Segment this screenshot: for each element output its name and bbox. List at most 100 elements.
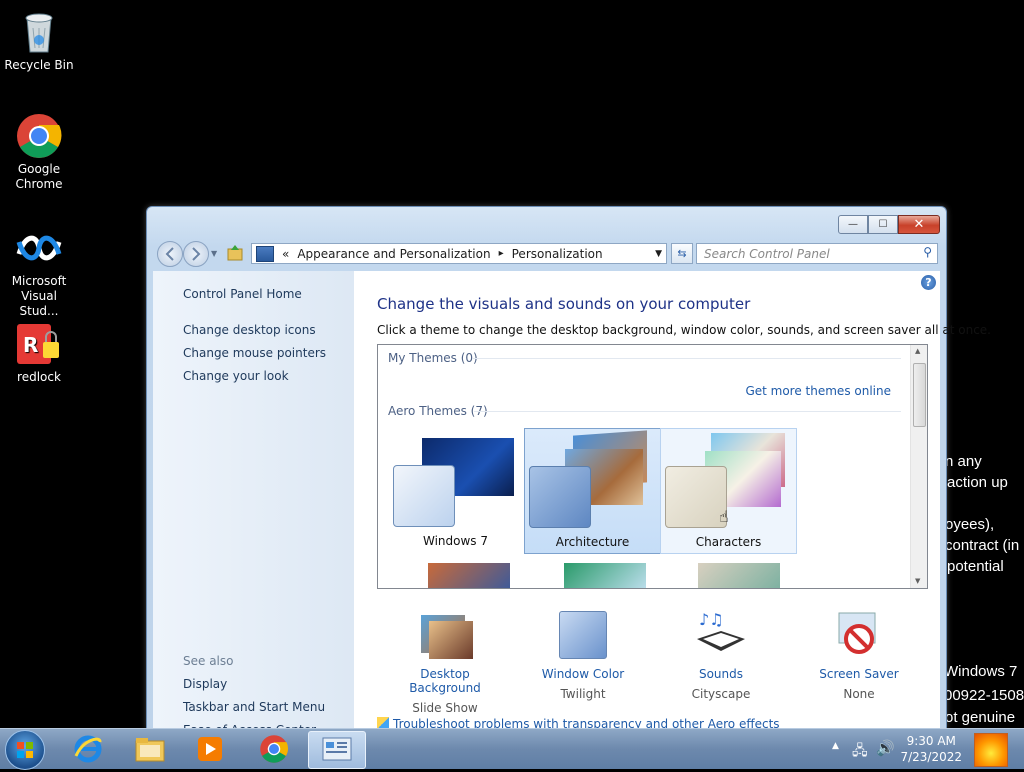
sidebar-item-change-your-look[interactable]: Change your look xyxy=(183,369,289,383)
theme-windows-7[interactable]: Windows 7 xyxy=(388,428,523,552)
control-panel-icon xyxy=(256,245,274,262)
taskbar-media-player[interactable] xyxy=(182,731,238,767)
forward-button[interactable] xyxy=(183,241,209,267)
taskbar-internet-explorer[interactable] xyxy=(60,731,116,767)
minimize-button[interactable]: — xyxy=(838,215,868,234)
back-button[interactable] xyxy=(157,241,183,267)
recent-pages-dropdown-icon[interactable]: ▼ xyxy=(211,249,217,258)
theme-preview-partial xyxy=(698,563,780,588)
setting-title[interactable]: Desktop Background xyxy=(385,667,505,695)
theme-preview-partial xyxy=(564,563,646,588)
background-text: n any xyxy=(945,453,982,470)
control-panel-icon xyxy=(322,737,352,761)
main-content: ? Change the visuals and sounds on your … xyxy=(354,271,991,731)
sidebar-item-display[interactable]: Display xyxy=(183,677,227,691)
theme-preview-partial xyxy=(428,563,510,588)
desktop-icon-chrome[interactable]: Google Chrome xyxy=(0,112,78,192)
address-bar[interactable]: « Appearance and Personalization ▸ Perso… xyxy=(251,243,667,264)
group-divider xyxy=(472,358,901,359)
background-text: 00922-1508 xyxy=(944,687,1024,704)
screen-saver-setting[interactable]: Screen Saver None xyxy=(799,609,919,701)
scroll-up-icon[interactable]: ▲ xyxy=(915,347,920,355)
page-subtitle: Click a theme to change the desktop back… xyxy=(377,323,991,337)
address-dropdown-icon[interactable]: ▼ xyxy=(655,249,662,259)
desktop-background-icon xyxy=(415,609,475,661)
network-icon[interactable]: 🖧 xyxy=(852,740,868,764)
volume-icon[interactable]: 🔊 xyxy=(876,739,895,757)
breadcrumb-chevron[interactable]: « xyxy=(282,247,289,261)
window-color-icon xyxy=(553,609,613,661)
sounds-setting[interactable]: ♪♫ Sounds Cityscape xyxy=(661,609,781,701)
taskbar: ▲ 🖧 🔊 9:30 AM 7/23/2022 xyxy=(0,728,1024,770)
start-button[interactable] xyxy=(5,730,45,770)
desktop-background-setting[interactable]: Desktop Background Slide Show xyxy=(385,609,505,715)
setting-title[interactable]: Screen Saver xyxy=(799,667,919,681)
search-icon[interactable]: ⚲ xyxy=(923,245,932,259)
taskbar-file-explorer[interactable] xyxy=(122,731,178,767)
themes-scrollbar[interactable]: ▲ ▼ xyxy=(910,345,927,588)
system-clock[interactable]: 9:30 AM 7/23/2022 xyxy=(900,733,962,765)
background-text: Windows 7 xyxy=(944,663,1018,680)
theme-name: Characters xyxy=(695,535,762,549)
redlock-icon: R xyxy=(15,320,63,368)
user-picture-icon[interactable] xyxy=(974,733,1008,767)
theme-architecture[interactable]: Architecture xyxy=(524,428,661,554)
show-hidden-icons-button[interactable]: ▲ xyxy=(832,741,839,751)
desktop-icon-redlock[interactable]: R redlock xyxy=(0,320,78,385)
background-text: ot genuine xyxy=(945,709,1016,726)
up-folder-icon[interactable] xyxy=(225,243,245,263)
window-color-setting[interactable]: Window Color Twilight xyxy=(523,609,643,701)
desktop-icon-recycle-bin[interactable]: Recycle Bin xyxy=(0,8,78,73)
scroll-down-icon[interactable]: ▼ xyxy=(915,577,920,585)
background-text: action up xyxy=(947,474,1008,491)
breadcrumb-appearance[interactable]: Appearance and Personalization xyxy=(297,247,490,261)
sidebar-item-change-desktop-icons[interactable]: Change desktop icons xyxy=(183,323,316,337)
svg-text:♪♫: ♪♫ xyxy=(699,610,724,629)
see-also-heading: See also xyxy=(183,654,234,668)
chrome-icon xyxy=(260,735,289,763)
help-icon[interactable]: ? xyxy=(921,275,936,290)
sounds-icon: ♪♫ xyxy=(691,609,751,661)
visual-studio-icon xyxy=(15,224,63,272)
search-input[interactable]: Search Control Panel ⚲ xyxy=(696,243,938,264)
back-arrow-icon xyxy=(165,247,174,261)
screen-saver-icon xyxy=(829,609,889,661)
sidebar-item-taskbar[interactable]: Taskbar and Start Menu xyxy=(183,700,325,714)
personalization-window: — ☐ ✕ ▼ « Appearance and Personalization… xyxy=(146,206,991,731)
clock-date: 7/23/2022 xyxy=(900,750,962,764)
recycle-bin-icon xyxy=(15,8,63,56)
desktop-icon-label: Microsoft Visual Stud... xyxy=(11,274,67,318)
get-more-themes-link[interactable]: Get more themes online xyxy=(745,384,891,398)
setting-title[interactable]: Sounds xyxy=(661,667,781,681)
sidebar-item-change-mouse-pointers[interactable]: Change mouse pointers xyxy=(183,346,326,360)
theme-color-preview xyxy=(665,466,727,528)
background-text: oyees), xyxy=(945,516,995,533)
windows-logo-icon xyxy=(17,742,33,758)
desktop-icon-visual-studio[interactable]: Microsoft Visual Stud... xyxy=(0,224,78,319)
breadcrumb-separator[interactable]: ▸ xyxy=(499,248,504,259)
window-controls: — ☐ ✕ xyxy=(838,215,940,234)
scrollbar-thumb[interactable] xyxy=(913,363,926,427)
maximize-button[interactable]: ☐ xyxy=(868,215,898,234)
forward-arrow-icon xyxy=(192,247,201,261)
group-divider xyxy=(474,411,901,412)
theme-name: Architecture xyxy=(555,535,630,549)
theme-characters[interactable]: ☝ Characters xyxy=(660,428,797,554)
close-button[interactable]: ✕ xyxy=(898,215,940,234)
taskbar-chrome[interactable] xyxy=(246,731,302,767)
theme-name: Windows 7 xyxy=(422,534,488,548)
setting-title[interactable]: Window Color xyxy=(523,667,643,681)
setting-value: None xyxy=(843,687,875,701)
sidebar-item-control-panel-home[interactable]: Control Panel Home xyxy=(183,287,302,301)
themes-list: My Themes (0) Get more themes online Aer… xyxy=(377,344,928,589)
refresh-button[interactable]: ⇆ xyxy=(671,243,693,264)
taskbar-control-panel[interactable] xyxy=(308,731,366,769)
desktop-icon-label: Google Chrome xyxy=(15,162,63,191)
search-placeholder: Search Control Panel xyxy=(704,246,830,261)
breadcrumb-personalization[interactable]: Personalization xyxy=(512,247,603,261)
desktop-icon-label: redlock xyxy=(17,370,61,384)
page-title: Change the visuals and sounds on your co… xyxy=(377,295,751,313)
theme-color-preview xyxy=(529,466,591,528)
clock-time: 9:30 AM xyxy=(906,734,956,748)
navigation-bar: ▼ « Appearance and Personalization ▸ Per… xyxy=(155,241,940,267)
